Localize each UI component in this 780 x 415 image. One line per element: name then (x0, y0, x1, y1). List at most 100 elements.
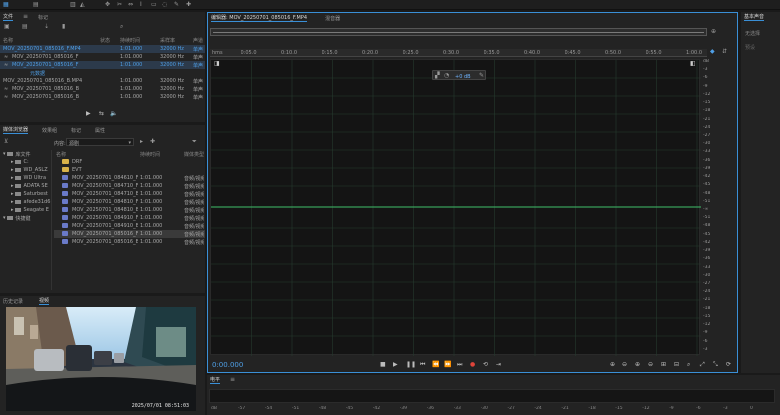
play-preview-button[interactable]: ▶ (86, 110, 91, 117)
file-row[interactable]: ≈ MOV_20250701_085016_F 1:01.000 32000 Hz 单声 (0, 53, 205, 61)
browser-list-item[interactable]: MOV_20250701_085016_F.MP41:01.000 音频/视频 (54, 230, 205, 238)
list-col-duration[interactable]: 持续时间 (140, 151, 160, 158)
tree-item[interactable]: ▸ C: (0, 158, 51, 166)
col-status[interactable]: 状态 (100, 37, 110, 44)
skip-button[interactable]: ⇥ (496, 361, 501, 368)
file-row[interactable]: ≈ MOV_20250701_085016_F 1:01.000 32000 Hz 单声 (0, 61, 205, 69)
tree-expand-icon[interactable]: ▸ (11, 207, 14, 213)
tab-essential-sound[interactable]: 基本声音 (744, 13, 765, 21)
tab-mixer[interactable]: 混音器 (325, 15, 340, 22)
tab-files[interactable]: 文件 (3, 13, 14, 21)
tab-markers-2[interactable]: 标记 (71, 127, 81, 134)
open-file-icon[interactable]: ▤ (22, 24, 28, 30)
slip-tool-icon[interactable]: ⇔ (128, 2, 133, 8)
tree-expand-icon[interactable]: ▾ (3, 215, 6, 221)
playhead-in-icon[interactable]: ◨ (214, 61, 220, 67)
file-icon[interactable]: ≈ (4, 62, 8, 68)
file-row[interactable]: ≈ MOV_20250701_085016_B 1:01.000 32000 Hz 单声 (0, 85, 205, 93)
loop-preview-button[interactable]: ⇆ (99, 110, 104, 117)
filter-icon[interactable]: ⏷ (192, 139, 197, 145)
hud-pin-icon[interactable]: ✎ (479, 73, 484, 79)
tree-item[interactable]: ▸ Seagate E (0, 206, 51, 214)
lasso-tool-icon[interactable]: ◌ (162, 2, 167, 8)
tree-item[interactable]: ▸ WD Ultra (0, 174, 51, 182)
zoom-in-left-icon[interactable]: ⊞ (661, 361, 666, 368)
search-icon[interactable]: ⌕ (120, 24, 123, 30)
move-tool-icon[interactable]: ✥ (105, 2, 110, 8)
pin-icon[interactable]: ⇵ (722, 49, 727, 55)
tree-expand-icon[interactable]: ▸ (11, 191, 14, 197)
tree-item[interactable]: ▾ 快捷键 (0, 214, 51, 222)
col-name[interactable]: 名称 (3, 37, 13, 44)
zoom-overview-icon[interactable]: ⊕ (711, 29, 716, 35)
browser-list-item[interactable]: MOV_20250701_084710_F.MP41:01.000 音频/视频 (54, 182, 205, 190)
stop-button[interactable]: ■ (380, 361, 386, 368)
snap-icon[interactable]: ◆ (710, 49, 715, 55)
tab-history[interactable]: 历史记录 (3, 298, 23, 305)
current-time[interactable]: 0:00.000 (212, 361, 243, 369)
razor-tool-icon[interactable]: ✂ (117, 2, 122, 8)
level-menu-icon[interactable]: ≡ (230, 377, 235, 383)
new-file-icon[interactable]: ▣ (4, 24, 10, 30)
tab-media-browser[interactable]: 媒体浏览器 (3, 126, 29, 134)
file-icon[interactable]: ≈ (4, 54, 8, 60)
overview-bar[interactable] (210, 28, 707, 36)
delete-file-icon[interactable]: ▮ (62, 24, 65, 30)
time-selection-tool-icon[interactable]: I (140, 2, 142, 8)
tree-expand-icon[interactable]: ▸ (11, 199, 14, 205)
file-row[interactable]: ≈ MOV_20250701_085016_B 1:01.000 32000 Hz 单声 (0, 93, 205, 101)
pause-button[interactable]: ❚❚ (406, 361, 416, 368)
list-col-type[interactable]: 媒体类型 (184, 151, 204, 158)
time-ruler[interactable]: hms 0:05.0 0:10.0 0:15.0 0:20.0 0:25.0 0:30.0 0… (210, 49, 707, 57)
zoom-out-time-icon[interactable]: ⊖ (648, 361, 653, 368)
tab-markers[interactable]: 标记 (38, 14, 48, 21)
file-row[interactable]: ▾MOV_20250701_085016_F.MP41:01.00032000 … (0, 45, 205, 53)
rewind-button[interactable]: ⏪ (432, 361, 439, 368)
tab-editor[interactable]: 编辑器: MOV_20250701_085016_F.MP4 (211, 14, 308, 22)
back-icon[interactable]: ▸ (140, 139, 143, 145)
file-icon[interactable]: ≈ (4, 94, 8, 100)
spectral-icon[interactable]: ▥ (70, 2, 76, 8)
autoplay-button[interactable]: 🔈 (110, 110, 117, 117)
browser-list-item[interactable]: EVT (54, 166, 205, 174)
tree-expand-icon[interactable]: ▸ (11, 183, 14, 189)
tab-video[interactable]: 视频 (39, 297, 50, 305)
zoom-out-amplitude-icon[interactable]: ⊖ (622, 361, 627, 368)
record-button[interactable]: ● (470, 361, 475, 368)
col-sample-rate[interactable]: 采样率 (160, 37, 175, 44)
tree-expand-icon[interactable]: ▸ (11, 175, 14, 181)
browser-list-item[interactable]: MOV_20250701_084810_B.MP41:01.000 音频/视频 (54, 206, 205, 214)
file-row[interactable]: ▾MOV_20250701_085016_B.MP41:01.00032000 … (0, 77, 205, 85)
zoom-in-right-icon[interactable]: ⊟ (674, 361, 679, 368)
pitch-icon[interactable]: ◭ (80, 2, 85, 8)
content-dropdown[interactable]: 源剧 ▾ (66, 138, 134, 147)
tree-item[interactable]: ▸ ADATA SE (0, 182, 51, 190)
browser-list-item[interactable]: MOV_20250701_084910_F.MP41:01.000 音频/视频 (54, 214, 205, 222)
file-row[interactable]: 元数据 (0, 69, 205, 77)
add-shortcut-icon[interactable]: ✚ (150, 139, 155, 145)
gain-hud[interactable]: ▞ ◔ +0 dB ✎ (432, 70, 486, 80)
tree-expand-icon[interactable]: ▾ (3, 151, 6, 157)
browser-list-item[interactable]: MOV_20250701_084610_F.MP41:01.000 音频/视频 (54, 174, 205, 182)
import-icon[interactable]: ⇣ (44, 24, 49, 30)
play-button[interactable]: ▶ (393, 361, 398, 368)
tree-item[interactable]: ▸ WD_ASLZ (0, 166, 51, 174)
menu-icon[interactable]: ≡ (23, 14, 28, 20)
waveform-view-button[interactable]: ▦ (3, 2, 9, 8)
go-to-start-button[interactable]: ⏮ (420, 361, 425, 369)
healing-tool-icon[interactable]: ✚ (186, 2, 191, 8)
list-col-name[interactable]: 名称 (56, 151, 66, 158)
col-duration[interactable]: 持续时间 (120, 37, 140, 44)
tree-expand-icon[interactable]: ▸ (11, 167, 14, 173)
tree-item[interactable]: ▾ 库文件 (0, 150, 51, 158)
zoom-full-icon[interactable]: ⤢ (700, 361, 705, 369)
browser-list-item[interactable]: MOV_20250701_084710_B.MP41:01.000 音频/视频 (54, 190, 205, 198)
zoom-in-time-icon[interactable]: ⊕ (635, 361, 640, 368)
playhead-out-icon[interactable]: ◧ (690, 61, 696, 67)
loop-button[interactable]: ⟲ (483, 361, 488, 368)
browser-list-item[interactable]: MOV_20250701_085016_B.MP41:01.000 音频/视频 (54, 238, 205, 246)
zoom-in-amplitude-icon[interactable]: ⊕ (610, 361, 615, 368)
col-channel[interactable]: 声道 (193, 37, 203, 44)
browser-list-item[interactable]: MOV_20250701_084910_B.MP41:01.000 音频/视频 (54, 222, 205, 230)
network-icon[interactable]: ⊻ (4, 139, 8, 145)
